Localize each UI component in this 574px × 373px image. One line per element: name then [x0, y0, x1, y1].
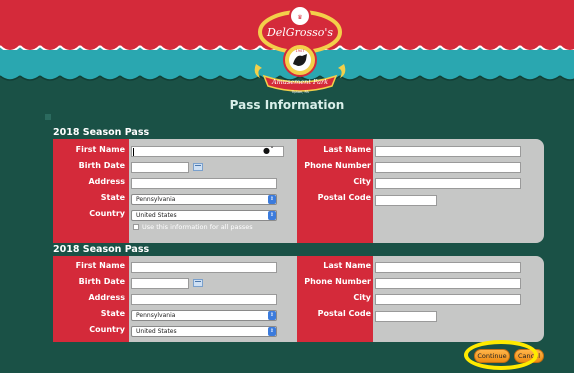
postal-code-input[interactable]	[375, 311, 437, 322]
select-arrows-icon: ⇕	[268, 311, 276, 320]
last-name-label: Last Name	[323, 261, 371, 270]
logo-graphic: ♛ DelGrosso's 1907 Amusement Park Tipton…	[254, 5, 346, 94]
text-cursor	[133, 148, 134, 156]
delgrosso-logo[interactable]: ♛ DelGrosso's 1907 Amusement Park Tipton…	[250, 4, 350, 100]
state-label: State	[100, 193, 125, 202]
svg-text:1907: 1907	[296, 49, 305, 53]
pass-form-1: First Name ●ˇ Birth Date Address State P…	[53, 139, 544, 243]
birth-date-input[interactable]	[131, 278, 189, 289]
svg-text:Amusement Park: Amusement Park	[271, 78, 328, 86]
address-input[interactable]	[131, 294, 277, 305]
address-label: Address	[88, 293, 125, 302]
svg-text:Tipton, PA: Tipton, PA	[290, 90, 309, 94]
use-for-all-row[interactable]: Use this information for all passes	[133, 223, 253, 231]
state-select[interactable]: Pennsylvania ⇕	[131, 310, 277, 321]
page-title: Pass Information	[229, 98, 345, 112]
calendar-icon[interactable]	[193, 279, 203, 287]
last-name-input[interactable]	[375, 262, 521, 273]
city-input[interactable]	[375, 178, 521, 189]
logo-text-name: DelGrosso's	[266, 26, 333, 39]
birth-date-label: Birth Date	[78, 277, 125, 286]
country-selected-value: United States	[136, 212, 177, 219]
postal-code-input[interactable]	[375, 195, 437, 206]
phone-number-input[interactable]	[375, 162, 521, 173]
address-label: Address	[88, 177, 125, 186]
pass-form-2: First Name Birth Date Address State Penn…	[53, 256, 544, 342]
postal-code-label: Postal Code	[317, 309, 371, 318]
last-name-input[interactable]	[375, 146, 521, 157]
autofill-contact-icon[interactable]: ●ˇ	[263, 146, 274, 155]
section-title-pass-1: 2018 Season Pass	[53, 127, 150, 138]
postal-code-label: Postal Code	[317, 193, 371, 202]
state-selected-value: Pennsylvania	[136, 312, 176, 319]
first-name-label: First Name	[75, 145, 125, 154]
phone-number-input[interactable]	[375, 278, 521, 289]
country-select[interactable]: United States ⇕	[131, 326, 277, 337]
country-selected-value: United States	[136, 328, 177, 335]
select-arrows-icon: ⇕	[268, 211, 276, 220]
country-label: Country	[89, 209, 125, 218]
first-name-input[interactable]: ●ˇ	[131, 146, 284, 157]
birth-date-label: Birth Date	[78, 161, 125, 170]
first-name-label: First Name	[75, 261, 125, 270]
last-name-label: Last Name	[323, 145, 371, 154]
svg-text:♛: ♛	[297, 14, 302, 21]
right-label-column	[297, 139, 373, 243]
use-for-all-label: Use this information for all passes	[142, 223, 253, 231]
select-arrows-icon: ⇕	[268, 195, 276, 204]
calendar-icon[interactable]	[193, 163, 203, 171]
state-selected-value: Pennsylvania	[136, 196, 176, 203]
state-label: State	[100, 309, 125, 318]
city-label: City	[353, 293, 371, 302]
left-label-column	[53, 139, 129, 243]
highlight-circle	[464, 340, 538, 370]
select-arrows-icon: ⇕	[268, 327, 276, 336]
first-name-input[interactable]	[131, 262, 277, 273]
phone-number-label: Phone Number	[304, 277, 371, 286]
address-input[interactable]	[131, 178, 277, 189]
city-label: City	[353, 177, 371, 186]
country-select[interactable]: United States ⇕	[131, 210, 277, 221]
state-select[interactable]: Pennsylvania ⇕	[131, 194, 277, 205]
birth-date-input[interactable]	[131, 162, 189, 173]
phone-number-label: Phone Number	[304, 161, 371, 170]
section-title-pass-2: 2018 Season Pass	[53, 244, 150, 255]
city-input[interactable]	[375, 294, 521, 305]
use-for-all-checkbox[interactable]	[133, 224, 139, 230]
small-marker	[45, 114, 51, 120]
country-label: Country	[89, 325, 125, 334]
